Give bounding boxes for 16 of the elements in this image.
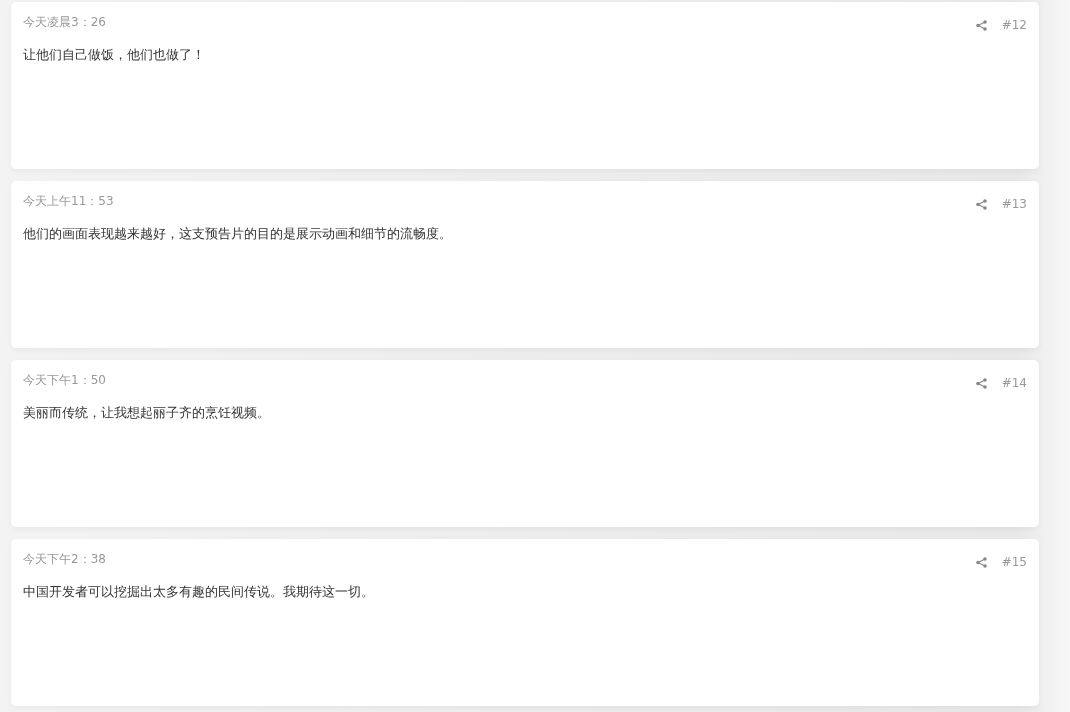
share-icon[interactable] — [975, 19, 987, 31]
share-icon[interactable] — [975, 377, 987, 389]
comment-time: 今天上午11：53 — [23, 193, 114, 210]
comment-text: 中国开发者可以挖掘出太多有趣的民间传说。我期待这一切。 — [23, 583, 375, 601]
comment-text: 美丽而传统，让我想起丽子齐的烹饪视频。 — [23, 404, 271, 422]
comment-number[interactable]: #12 — [1001, 18, 1027, 32]
comment-time: 今天下午1：50 — [23, 372, 106, 389]
comment-time: 今天下午2：38 — [23, 551, 106, 568]
comment-number[interactable]: #15 — [1001, 555, 1027, 569]
comment-number[interactable]: #14 — [1001, 376, 1027, 390]
share-icon[interactable] — [975, 198, 987, 210]
comment-text: 他们的画面表现越来越好，这支预告片的目的是展示动画和细节的流畅度。 — [23, 225, 453, 243]
comment-number[interactable]: #13 — [1001, 197, 1027, 211]
share-icon[interactable] — [975, 556, 987, 568]
comment-text: 让他们自己做饭，他们也做了！ — [23, 46, 206, 64]
comment-time: 今天凌晨3：26 — [23, 14, 106, 31]
